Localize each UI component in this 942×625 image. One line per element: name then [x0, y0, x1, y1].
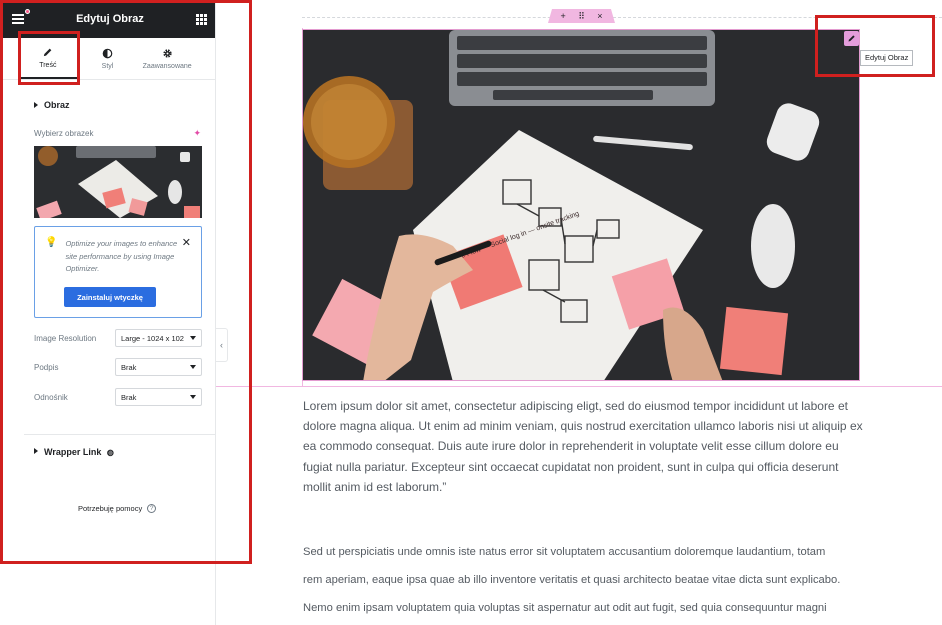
tab-label: Styl: [101, 62, 114, 70]
field-caption: Podpis Brak: [34, 358, 202, 376]
section-wrapper-link-title: Wrapper Link: [44, 447, 102, 457]
image-widget[interactable]: Quite Flow — Social log in — onsite trac…: [302, 29, 860, 381]
close-section-icon[interactable]: ×: [597, 11, 602, 21]
close-icon[interactable]: ✕: [182, 236, 191, 249]
collapse-panel-handle[interactable]: ‹: [216, 328, 228, 362]
half-circle-icon: [102, 48, 113, 58]
caret-right-icon: [34, 448, 38, 454]
section-top-guide: [302, 17, 942, 18]
notice-text: Optimize your images to enhance site per…: [65, 239, 178, 273]
tab-label: Zaawansowane: [142, 62, 192, 70]
image-thumbnail[interactable]: [34, 146, 202, 218]
menu-icon[interactable]: [12, 9, 30, 24]
pro-badge-icon: ◍: [106, 448, 114, 457]
help-link[interactable]: Potrzebuję pomocy ?: [78, 504, 157, 513]
paragraph-line: Sed ut perspiciatis unde omnis iste natu…: [303, 546, 826, 558]
tab-label: Treść: [39, 61, 57, 69]
paragraph-lorem: Lorem ipsum dolor sit amet, consectetur …: [303, 399, 863, 494]
caption-select[interactable]: Brak: [115, 358, 202, 376]
chevron-down-icon: [190, 336, 196, 340]
pencil-icon: [848, 35, 855, 42]
tab-advanced[interactable]: Zaawansowane: [137, 38, 197, 79]
tab-content[interactable]: Treść: [18, 38, 78, 79]
panel-tabs: Treść Styl Zaawansowane: [0, 38, 215, 80]
caret-right-icon: [34, 102, 38, 108]
section-handle[interactable]: + ⠿ ×: [548, 9, 615, 23]
chevron-left-icon: ‹: [220, 340, 223, 350]
select-value: Large - 1024 x 102: [121, 333, 184, 343]
panel-title: Edytuj Obraz: [76, 13, 144, 25]
panel-header: Edytuj Obraz: [0, 0, 215, 38]
thumbnail-image: [34, 146, 202, 218]
field-label: Podpis: [34, 362, 59, 372]
field-link: Odnośnik Brak: [34, 388, 202, 406]
ai-sparkle-icon[interactable]: ✦: [193, 128, 201, 139]
section-divider: [24, 434, 216, 435]
field-image-resolution: Image Resolution Large - 1024 x 102: [34, 329, 202, 347]
section-image-title: Obraz: [44, 100, 70, 110]
choose-image-row: Wybierz obrazek ✦: [0, 128, 215, 139]
field-label: Odnośnik: [34, 392, 68, 402]
workspace-photo: Quite Flow — Social log in — onsite trac…: [303, 30, 859, 380]
install-plugin-button[interactable]: Zainstaluj wtyczkę: [64, 287, 156, 307]
pencil-icon: [44, 48, 52, 56]
field-label: Image Resolution: [34, 333, 97, 343]
tab-style[interactable]: Styl: [78, 38, 138, 79]
paragraph-line: Nemo enim ipsam voluptatem quia voluptas…: [303, 602, 827, 614]
widgets-grid-icon[interactable]: [196, 13, 207, 25]
edit-image-tooltip: Edytuj Obraz: [860, 50, 914, 66]
chevron-down-icon: [190, 395, 196, 399]
question-icon: ?: [147, 504, 157, 513]
container-guide-bottom: [216, 386, 942, 387]
image-resolution-select[interactable]: Large - 1024 x 102: [115, 329, 202, 347]
section-image-toggle[interactable]: Obraz: [0, 80, 215, 110]
image-optimizer-notice: 💡 Optimize your images to enhance site p…: [34, 226, 202, 318]
chevron-down-icon: [190, 365, 196, 369]
gear-icon: [163, 48, 172, 58]
lightbulb-icon: 💡: [45, 237, 58, 248]
select-value: Brak: [121, 362, 137, 372]
help-label: Potrzebuję pomocy: [78, 504, 143, 513]
section-wrapper-link-toggle[interactable]: Wrapper Link ◍: [34, 447, 114, 457]
paragraph-line: rem aperiam, eaque ipsa quae ab illo inv…: [303, 574, 841, 586]
choose-image-label: Wybierz obrazek: [34, 129, 94, 138]
add-section-icon[interactable]: +: [560, 11, 565, 21]
edit-image-button[interactable]: [844, 31, 859, 46]
drag-handle-icon[interactable]: ⠿: [578, 11, 585, 22]
notification-dot: [25, 9, 30, 14]
link-select[interactable]: Brak: [115, 388, 202, 406]
select-value: Brak: [121, 392, 137, 402]
